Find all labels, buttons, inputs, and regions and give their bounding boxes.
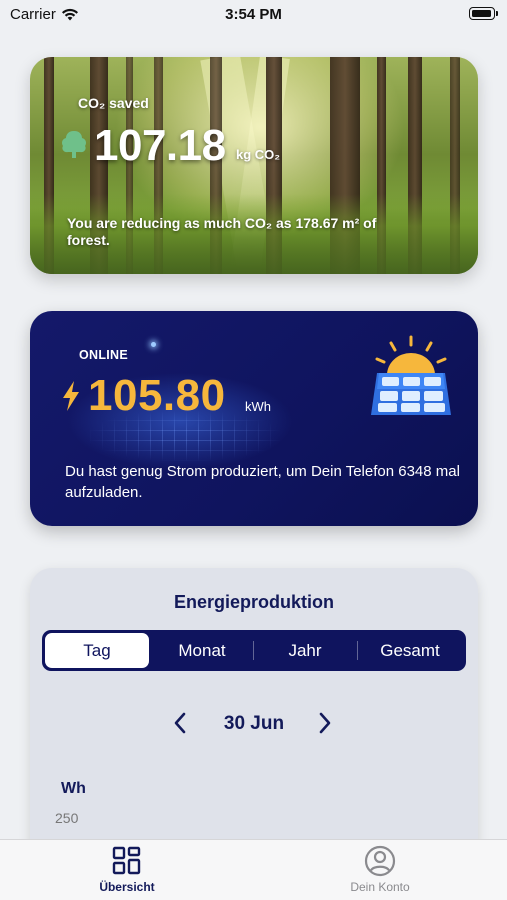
co2-description: You are reducing as much CO₂ as 178.67 m…	[67, 215, 377, 248]
tab-total[interactable]: Gesamt	[358, 633, 462, 668]
tab-overview-label: Übersicht	[99, 880, 155, 894]
energy-value: 105.80	[88, 371, 226, 420]
energy-production-card: Energieproduktion Tag Monat Jahr Gesamt …	[30, 568, 478, 868]
selected-date: 30 Jun	[223, 713, 285, 734]
status-bar: Carrier 3:54 PM	[0, 0, 507, 30]
tab-day[interactable]: Tag	[45, 633, 149, 668]
bottom-tab-bar: Übersicht Dein Konto	[0, 839, 507, 900]
energy-unit: kWh	[245, 399, 271, 414]
clock: 3:54 PM	[225, 6, 282, 23]
chevron-right-icon[interactable]	[315, 710, 335, 736]
tab-account-label: Dein Konto	[350, 880, 410, 894]
online-status: ONLINE	[79, 348, 129, 362]
co2-unit: kg CO₂	[236, 147, 281, 162]
battery-icon	[469, 7, 498, 20]
chart-unit-label: Wh	[61, 780, 86, 797]
tab-overview[interactable]: Übersicht	[67, 845, 187, 894]
tab-year[interactable]: Jahr	[254, 633, 356, 668]
co2-value: 107.18	[94, 121, 226, 170]
lightning-bolt-icon	[63, 381, 79, 411]
period-segmented-control[interactable]: Tag Monat Jahr Gesamt	[42, 630, 466, 671]
co2-saved-label: CO₂ saved	[78, 95, 149, 111]
tree-icon	[62, 131, 86, 158]
co2-saved-card[interactable]: CO₂ saved 107.18 kg CO₂ You are reducing…	[30, 57, 478, 274]
production-title: Energieproduktion	[173, 592, 334, 612]
energy-description: Du hast genug Strom produziert, um Dein …	[65, 463, 460, 501]
sparkle-icon	[151, 342, 156, 347]
grid-icon	[112, 846, 141, 875]
person-icon	[364, 845, 396, 877]
tab-account[interactable]: Dein Konto	[320, 845, 440, 894]
y-axis-tick: 250	[55, 810, 79, 826]
solar-panel-icon	[371, 335, 451, 415]
energy-card[interactable]: ONLINE 105.80 kWh Du hast genug Strom pr…	[30, 311, 478, 526]
tab-month[interactable]: Monat	[152, 633, 252, 668]
